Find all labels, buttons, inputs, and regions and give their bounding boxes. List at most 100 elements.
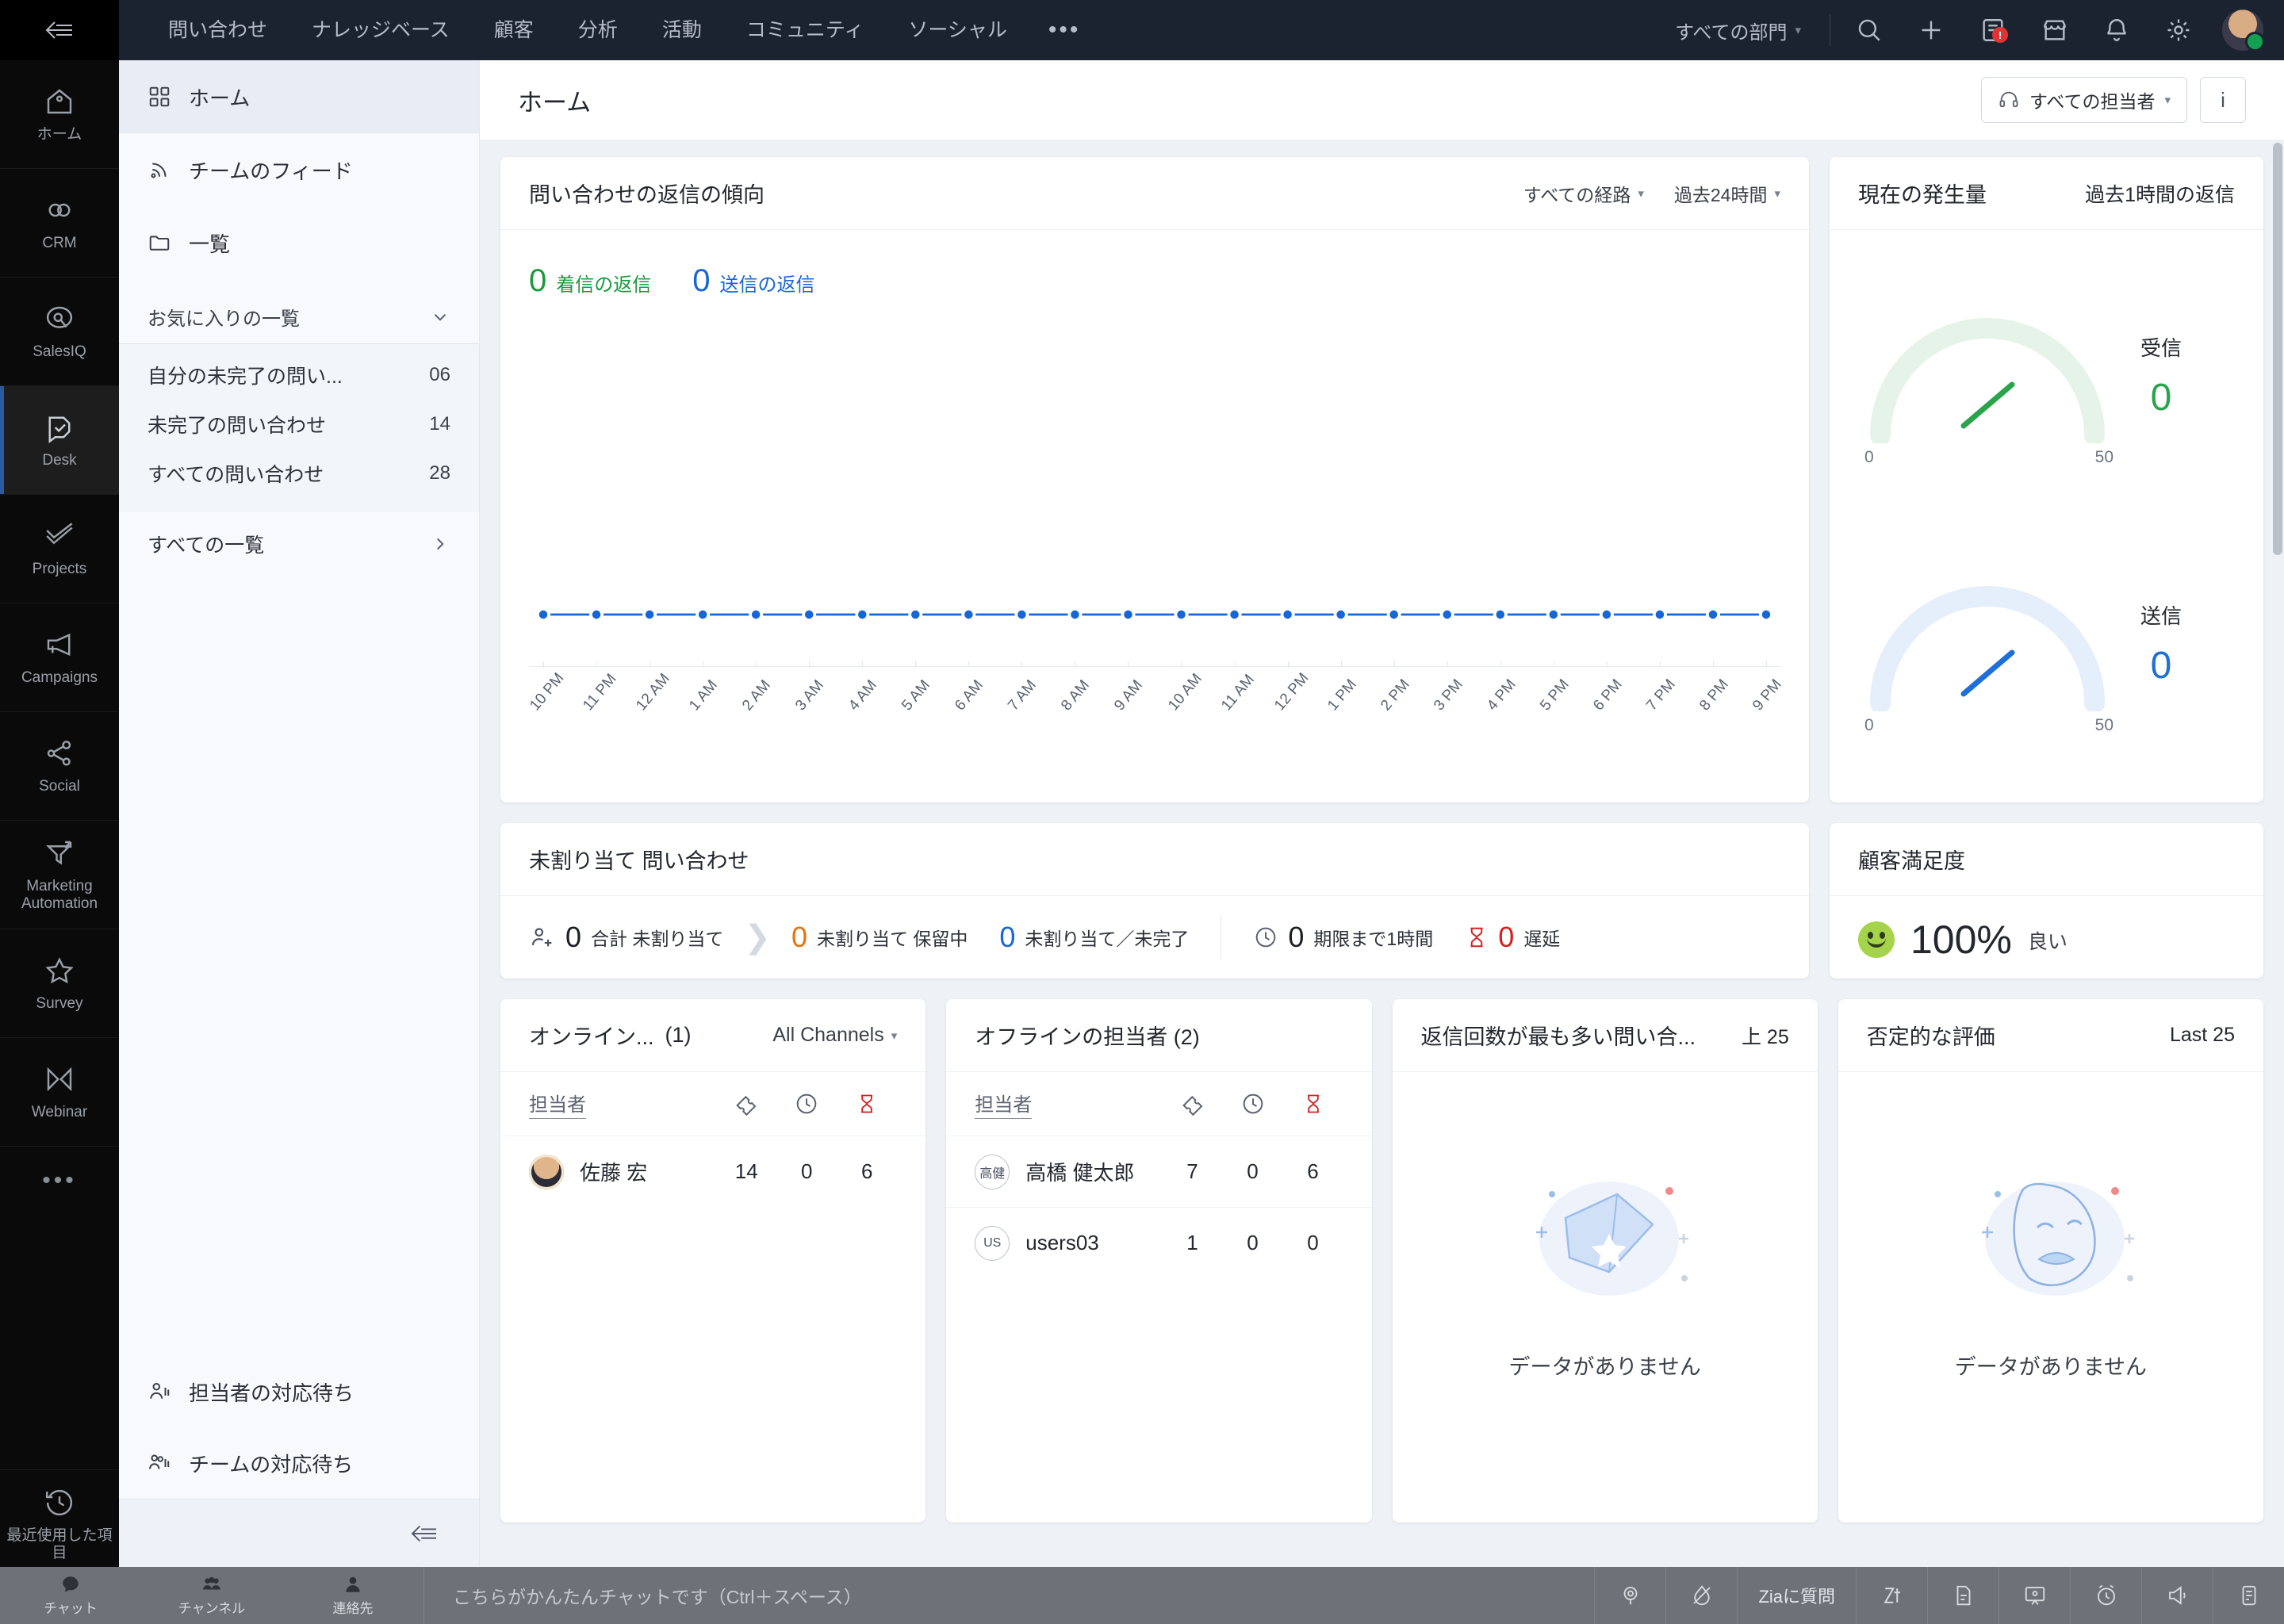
list-item[interactable]: 未完了の問い合わせ 14 <box>119 400 479 449</box>
table-row[interactable]: 佐藤 宏 14 0 6 <box>500 1136 926 1207</box>
rail-more-icon[interactable]: ••• <box>0 1147 119 1215</box>
rail-item-projects[interactable]: Projects <box>0 495 119 603</box>
unassigned-tickets-card: 未割り当て 問い合わせ 0 合計 未割り当て ❯ 0 未割り当て 保留中 0 未… <box>500 823 1809 979</box>
offline-agents-card: オフラインの担当者 (2) 担当者 高健 高橋 健太郎 7 0 6 US use… <box>946 999 1372 1522</box>
scrollbar-thumb[interactable] <box>2273 143 2282 555</box>
negative-ratings-card: 否定的な評価 Last 25 データがありません <box>1838 999 2263 1522</box>
info-button[interactable]: i <box>2200 77 2246 123</box>
chat-input[interactable]: こちらがかんたんチャットです（Ctrl＋スペース） <box>424 1582 1594 1609</box>
tasks-alert-icon[interactable]: ! <box>1962 0 2024 60</box>
vertical-scrollbar[interactable] <box>2273 143 2282 1459</box>
list-item[interactable]: 自分の未完了の問い... 06 <box>119 350 479 400</box>
x-axis-tick-mark <box>968 661 970 667</box>
top-nav-more-icon[interactable]: ••• <box>1029 17 1100 44</box>
range-label[interactable]: Last 25 <box>2170 1024 2235 1047</box>
card-header-filters: Last 25 <box>2170 1024 2235 1047</box>
agent-filter-button[interactable]: すべての担当者 ▾ <box>1980 77 2187 123</box>
department-select[interactable]: すべての部門 ▾ <box>1675 17 1822 44</box>
bell-icon[interactable] <box>2086 0 2148 60</box>
ask-zia-button[interactable]: Ziaに質問 <box>1737 1567 1856 1624</box>
sidebar-item-team-waiting[interactable]: チームの対応待ち <box>119 1427 479 1499</box>
collapse-sidebar-button[interactable] <box>119 1499 479 1567</box>
sidebar-item-label: ホーム <box>189 86 251 110</box>
rail-item-social[interactable]: Social <box>0 712 119 821</box>
stat-unassigned-open[interactable]: 0 未割り当て／未完了 <box>999 921 1189 954</box>
chat-tab-channels[interactable]: チャンネル <box>141 1567 282 1624</box>
channel-filter[interactable]: すべての経路 ▾ <box>1523 180 1644 207</box>
sidebar-item-team-feed[interactable]: チームのフィード <box>119 133 479 206</box>
gear-icon[interactable] <box>2148 0 2209 60</box>
chat-tab-chat[interactable]: チャット <box>0 1567 141 1624</box>
reminder-icon[interactable] <box>2070 1567 2141 1624</box>
card-subtitle: 過去1時間の返信 <box>2085 183 2235 206</box>
legend-label: 着信の返信 <box>556 274 652 296</box>
top-nav-item-knowledge-base[interactable]: ナレッジベース <box>289 0 472 60</box>
gauge-value: 0 <box>2150 377 2172 419</box>
do-not-disturb-icon[interactable] <box>1665 1567 1737 1624</box>
top-nav-item-tickets[interactable]: 問い合わせ <box>146 0 289 60</box>
rail-item-salesiq[interactable]: SalesIQ <box>0 278 119 386</box>
stat-value: 0 <box>1288 921 1305 953</box>
stat-due-in-one-hour[interactable]: 0 期限まで1時間 <box>1253 921 1433 954</box>
stat-overdue[interactable]: 0 遅延 <box>1465 921 1560 954</box>
empty-state: データがありません <box>1838 1072 2263 1453</box>
rail-item-webinar[interactable]: Webinar <box>0 1038 119 1147</box>
top-nav-item-analytics[interactable]: 分析 <box>556 0 640 60</box>
ticket-reply-trend-card: 問い合わせの返信の傾向 すべての経路 ▾ 過去24時間 ▾ 0 着信の返信 0 … <box>500 157 1809 802</box>
stat-total-unassigned[interactable]: 0 合計 未割り当て <box>529 921 723 954</box>
rail-item-recent[interactable]: 最近使用した項目 <box>0 1470 119 1579</box>
favorite-count: 28 <box>429 462 450 484</box>
rail-item-marketing-automation[interactable]: Marketing Automation <box>0 821 119 929</box>
rail-item-home[interactable]: ホーム <box>0 60 119 169</box>
table-row[interactable]: US users03 1 0 0 <box>946 1207 1372 1278</box>
time-range-filter[interactable]: 過去24時間 ▾ <box>1674 180 1780 207</box>
top-nav-item-customers[interactable]: 顧客 <box>472 0 556 60</box>
rail-item-campaigns[interactable]: Campaigns <box>0 603 119 712</box>
notes-icon[interactable] <box>2213 1567 2284 1624</box>
x-axis-tick-mark <box>543 661 544 667</box>
chat-tab-contacts[interactable]: 連絡先 <box>282 1567 423 1624</box>
column-header-icons <box>1163 1091 1343 1116</box>
csat-percent: 100% <box>1910 917 2012 962</box>
x-axis-tick-mark <box>1606 661 1608 667</box>
card-header-filters: All Channels ▾ <box>772 1024 897 1047</box>
top-nav-item-activities[interactable]: 活動 <box>640 0 724 60</box>
document-icon[interactable] <box>1927 1567 1998 1624</box>
legend-item-incoming[interactable]: 0 着信の返信 <box>529 263 651 299</box>
clock-icon <box>776 1091 837 1116</box>
agent-filter-label: すべての担当者 <box>2029 91 2156 112</box>
agent-overdue-count: 6 <box>1307 1159 1319 1183</box>
page-header: ホーム すべての担当者 ▾ i <box>480 60 2284 140</box>
zia-icon[interactable] <box>1856 1567 1927 1624</box>
sidebar-item-home[interactable]: ホーム <box>119 60 479 133</box>
favorites-section-header[interactable]: お気に入りの一覧 <box>119 290 479 344</box>
rail-item-survey[interactable]: Survey <box>0 929 119 1038</box>
marketplace-icon[interactable] <box>2024 0 2086 60</box>
search-icon[interactable] <box>1838 0 1900 60</box>
avatar[interactable] <box>2222 10 2265 52</box>
sidebar-item-agent-waiting[interactable]: 担当者の対応待ち <box>119 1356 479 1427</box>
department-select-label: すべての部門 <box>1675 21 1788 44</box>
add-icon[interactable] <box>1900 0 1962 60</box>
mic-icon[interactable] <box>1594 1567 1665 1624</box>
collapse-rail-button[interactable] <box>0 0 119 60</box>
top-nav-item-social[interactable]: ソーシャル <box>886 0 1029 60</box>
table-row[interactable]: 高健 高橋 健太郎 7 0 6 <box>946 1136 1372 1207</box>
all-views-item[interactable]: すべての一覧 <box>119 512 479 576</box>
list-item[interactable]: すべての問い合わせ 28 <box>119 449 479 498</box>
range-label[interactable]: 上 25 <box>1742 1021 1789 1050</box>
rail-item-crm[interactable]: CRM <box>0 169 119 278</box>
rail-item-desk[interactable]: Desk <box>0 386 119 495</box>
announcement-icon[interactable] <box>2141 1567 2213 1624</box>
channel-select[interactable]: All Channels ▾ <box>772 1024 897 1047</box>
legend-item-outgoing[interactable]: 0 送信の返信 <box>692 263 814 299</box>
sidebar-item-label: チームのフィード <box>189 159 353 183</box>
card-title: 顧客満足度 <box>1858 849 1965 873</box>
card-header: 否定的な評価 Last 25 <box>1838 999 2263 1072</box>
presentation-icon[interactable] <box>1998 1567 2070 1624</box>
stat-unassigned-on-hold[interactable]: 0 未割り当て 保留中 <box>791 921 968 954</box>
sidebar-item-views[interactable]: 一覧 <box>119 206 479 279</box>
x-axis-tick-mark <box>862 661 864 667</box>
chat-bar: チャット チャンネル 連絡先 こちらがかんたんチャットです（Ctrl＋スペース）… <box>0 1567 2284 1624</box>
top-nav-item-community[interactable]: コミュニティ <box>724 0 887 60</box>
